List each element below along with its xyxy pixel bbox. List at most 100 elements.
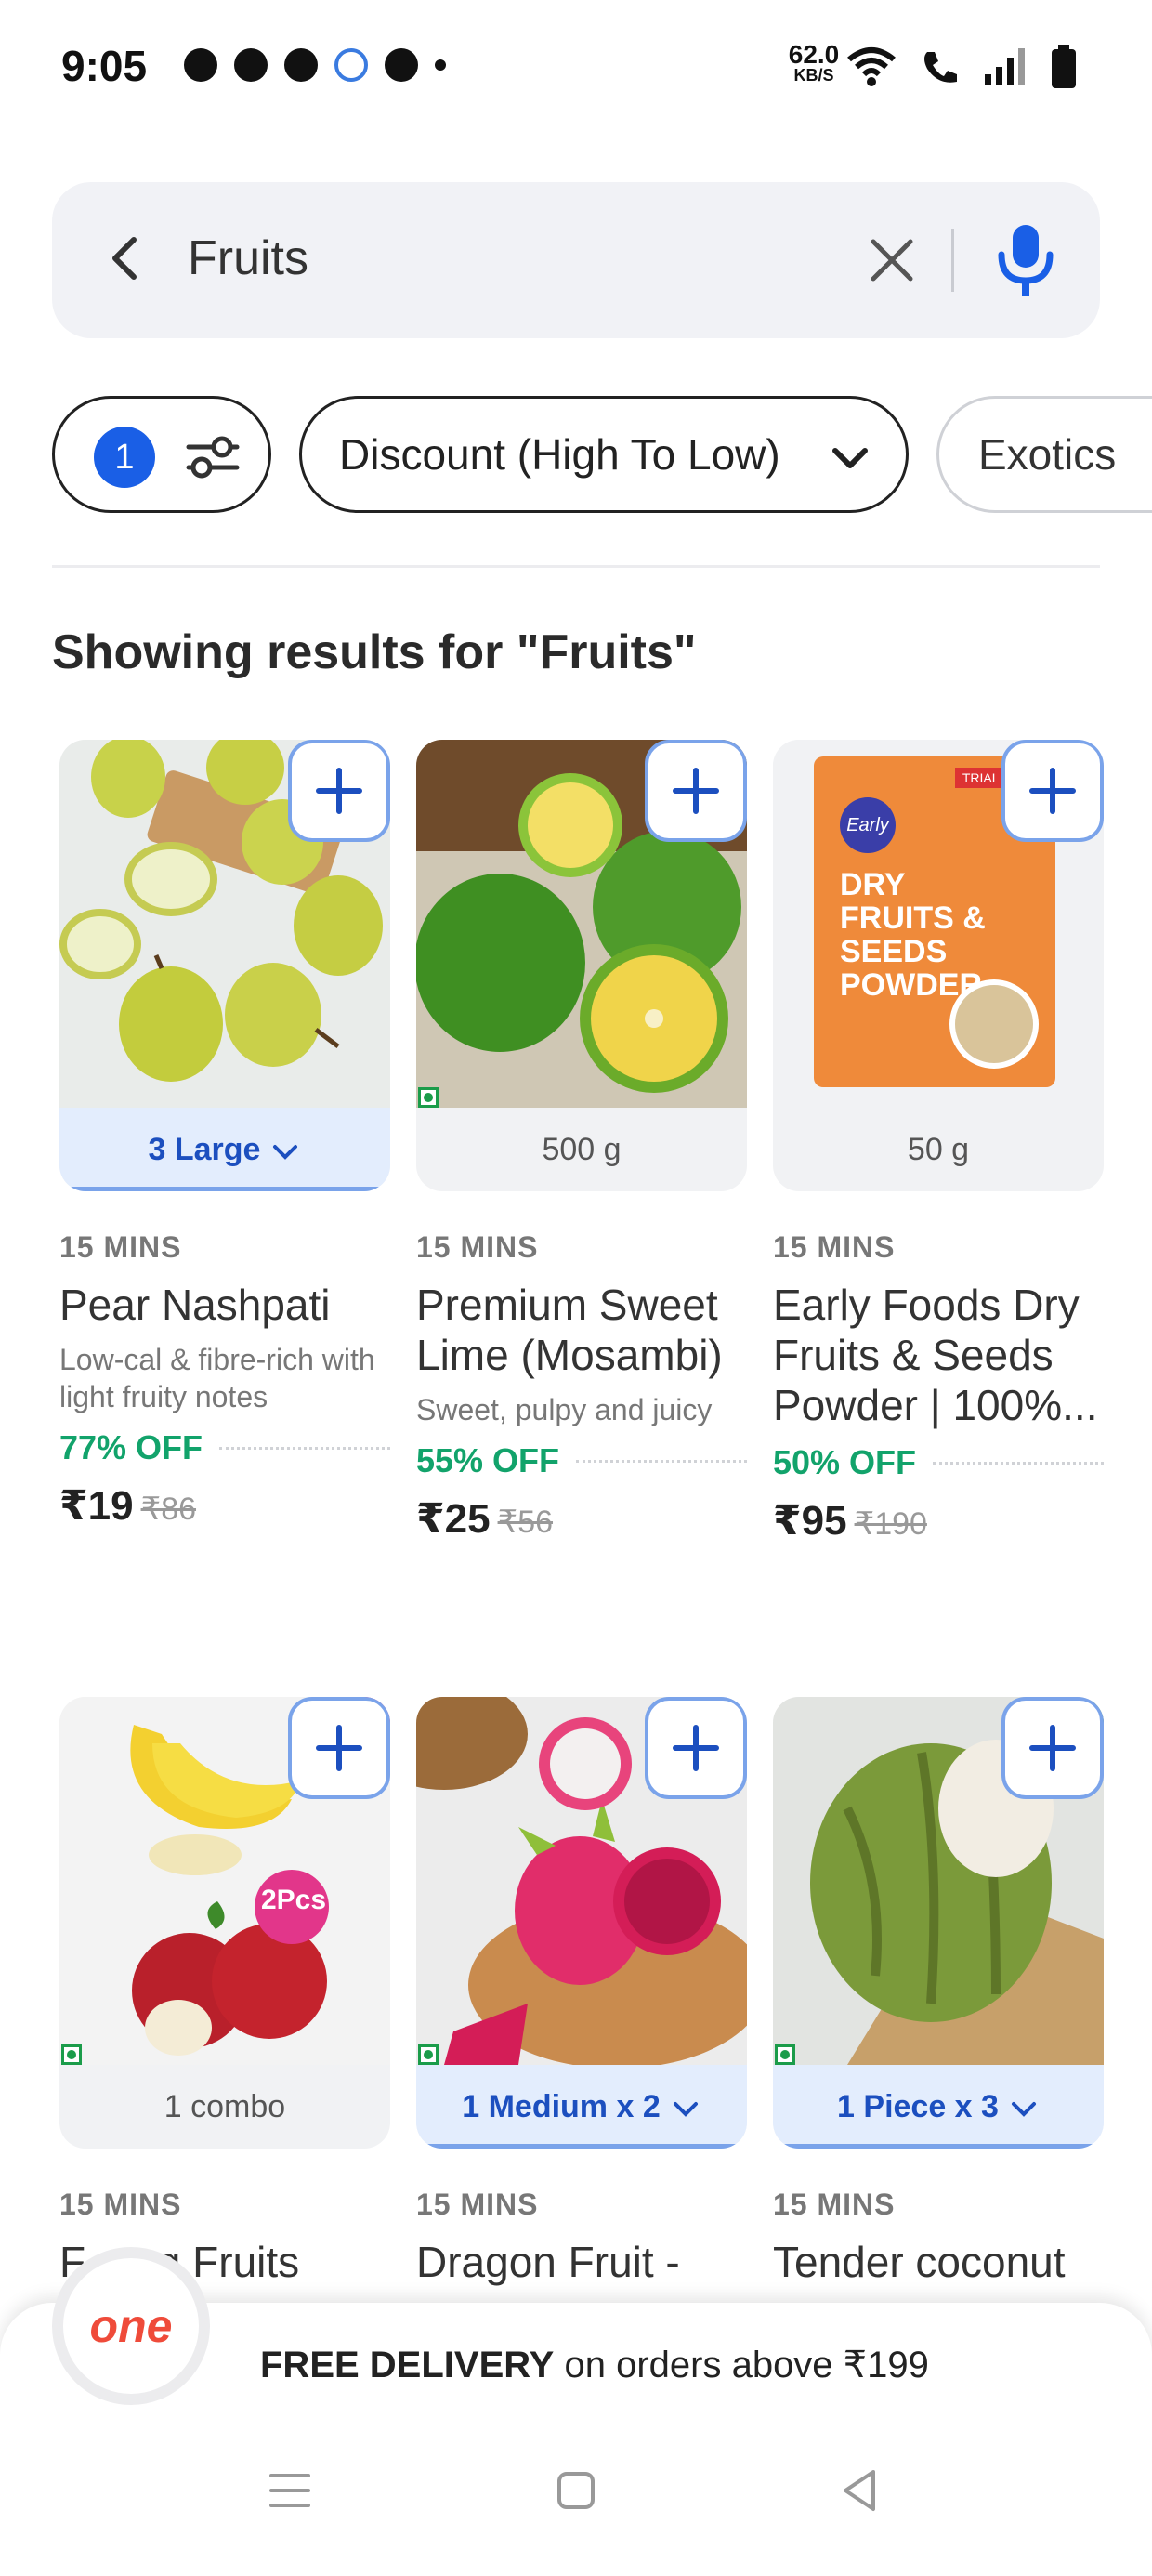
- add-to-cart-button[interactable]: [645, 740, 747, 842]
- active-filter-count: 1: [94, 427, 155, 488]
- clock: 9:05: [61, 42, 148, 90]
- add-to-cart-button[interactable]: [288, 1697, 390, 1799]
- price: ₹95 ₹190: [773, 1497, 1104, 1544]
- swiggy-icon: [385, 48, 418, 82]
- quantity-selector[interactable]: 1 Piece x 3: [773, 2065, 1104, 2149]
- veg-indicator-icon: [418, 2044, 439, 2065]
- quantity-label: 500 g: [542, 1132, 622, 1167]
- discount-label: 50% OFF: [773, 1443, 1104, 1482]
- plus-icon: [316, 1725, 362, 1771]
- product-image-box[interactable]: 3 Large: [59, 740, 390, 1191]
- product-card[interactable]: 1 Piece x 3 15 MINS Tender coconut: [773, 1697, 1104, 2287]
- product-image-box[interactable]: 2Pcs 4 1 combo: [59, 1697, 390, 2149]
- add-to-cart-button[interactable]: [288, 740, 390, 842]
- wifi-icon: [847, 47, 896, 86]
- plus-icon: [316, 768, 362, 814]
- delivery-time: 15 MINS: [416, 1230, 539, 1264]
- recent-apps-icon[interactable]: [262, 2463, 318, 2518]
- plus-icon: [673, 1725, 719, 1771]
- delivery-time: 15 MINS: [773, 2188, 896, 2221]
- chevron-down-icon: [832, 448, 868, 468]
- combo-badge: 2Pcs: [260, 1885, 327, 1915]
- swiggy-one-logo: one: [52, 2247, 210, 2405]
- product-name[interactable]: Dragon Fruit -: [416, 2237, 747, 2287]
- sort-dropdown[interactable]: Discount (High To Low): [299, 396, 909, 513]
- product-name[interactable]: Early Foods Dry Fruits & Seeds Powder | …: [773, 1280, 1104, 1430]
- product-card[interactable]: TRIAL PACK Early DRY FRUITS & SEEDS POWD…: [773, 740, 1104, 1544]
- category-chip-exotics[interactable]: Exotics: [936, 396, 1152, 513]
- plus-icon: [673, 768, 719, 814]
- back-icon[interactable]: [832, 2463, 888, 2518]
- status-bar: 9:05 62.0 KB/S: [0, 0, 1152, 139]
- delivery-time: 15 MINS: [773, 1230, 896, 1264]
- signal-icon: [985, 48, 1025, 85]
- delivery-time: 15 MINS: [59, 2188, 182, 2221]
- selling-price: ₹19: [59, 1483, 134, 1529]
- product-name[interactable]: Pear Nashpati: [59, 1280, 390, 1330]
- whatsapp-icon: [184, 48, 217, 82]
- selling-price: ₹95: [773, 1498, 847, 1544]
- price: ₹19 ₹86: [59, 1482, 390, 1530]
- product-image-box[interactable]: 1 Piece x 3: [773, 1697, 1104, 2149]
- system-icons: [845, 45, 1078, 89]
- product-card[interactable]: 2Pcs 4 1 combo 15 MINS F ng Fruits: [59, 1697, 390, 2287]
- mobikwik-icon: [334, 48, 368, 82]
- home-icon[interactable]: [548, 2463, 604, 2518]
- product-name[interactable]: Premium Sweet Lime (Mosambi): [416, 1280, 747, 1380]
- plus-icon: [1029, 768, 1076, 814]
- more-notifications-dot: [435, 59, 446, 71]
- swiggy-icon: [284, 48, 318, 82]
- quantity-label: 1 combo: [164, 2089, 286, 2124]
- discount-label: 55% OFF: [416, 1441, 747, 1480]
- back-arrow-icon[interactable]: [97, 229, 156, 288]
- battery-icon: [1052, 45, 1076, 88]
- filter-sliders-icon: [186, 436, 240, 479]
- chat-icon: [234, 48, 268, 82]
- price: ₹25 ₹56: [416, 1495, 747, 1543]
- quantity-selector[interactable]: 1 Medium x 2: [416, 2065, 747, 2149]
- product-image-box[interactable]: TRIAL PACK Early DRY FRUITS & SEEDS POWD…: [773, 740, 1104, 1191]
- veg-indicator-icon: [61, 2044, 82, 2065]
- filter-button[interactable]: 1: [52, 396, 271, 513]
- free-delivery-text: FREE DELIVERY on orders above ₹199: [260, 2345, 929, 2385]
- product-card[interactable]: 3 Large 15 MINS Pear Nashpati Low-cal & …: [59, 740, 390, 1530]
- chevron-down-icon: [1011, 2102, 1036, 2117]
- filter-chips: 1 Discount (High To Low) Exotics: [52, 396, 1152, 513]
- chevron-down-icon: [673, 2102, 698, 2117]
- veg-indicator-icon: [418, 1087, 439, 1108]
- system-nav-bar: [0, 2463, 1152, 2546]
- veg-indicator-icon: [775, 2044, 795, 2065]
- search-input[interactable]: Fruits: [188, 230, 308, 286]
- notification-icons: [184, 48, 446, 82]
- discount-label: 77% OFF: [59, 1428, 390, 1467]
- plus-icon: [1029, 1725, 1076, 1771]
- divider: [52, 565, 1100, 568]
- screen: { "status_bar": { "time": "9:05", "net_s…: [0, 0, 1152, 2576]
- add-to-cart-button[interactable]: [1001, 1697, 1104, 1799]
- search-divider: [951, 229, 954, 292]
- clear-search-icon[interactable]: [862, 230, 922, 290]
- chevron-down-icon: [273, 1145, 298, 1160]
- product-card[interactable]: 500 g 15 MINS Premium Sweet Lime (Mosamb…: [416, 740, 747, 1543]
- selling-price: ₹25: [416, 1496, 491, 1542]
- add-to-cart-button[interactable]: [645, 1697, 747, 1799]
- product-card[interactable]: 1 Medium x 2 15 MINS Dragon Fruit -: [416, 1697, 747, 2287]
- product-description: Low-cal & fibre-rich with light fruity n…: [59, 1343, 375, 1413]
- delivery-time: 15 MINS: [59, 1230, 182, 1264]
- original-price: ₹190: [854, 1506, 927, 1542]
- quantity-selector[interactable]: 3 Large: [59, 1108, 390, 1191]
- results-title: Showing results for "Fruits": [52, 625, 697, 679]
- product-description: Sweet, pulpy and juicy: [416, 1393, 713, 1426]
- product-image-box[interactable]: 1 Medium x 2: [416, 1697, 747, 2149]
- original-price: ₹56: [497, 1505, 554, 1540]
- sort-label: Discount (High To Low): [339, 430, 780, 479]
- microphone-icon[interactable]: [988, 221, 1063, 299]
- network-speed: 62.0 KB/S: [788, 40, 840, 85]
- product-image-box[interactable]: 500 g: [416, 740, 747, 1191]
- product-name[interactable]: Tender coconut: [773, 2237, 1104, 2287]
- delivery-time: 15 MINS: [416, 2188, 539, 2221]
- search-bar[interactable]: Fruits: [52, 182, 1100, 338]
- wifi-call-icon: [924, 52, 957, 83]
- add-to-cart-button[interactable]: [1001, 740, 1104, 842]
- original-price: ₹86: [140, 1492, 197, 1527]
